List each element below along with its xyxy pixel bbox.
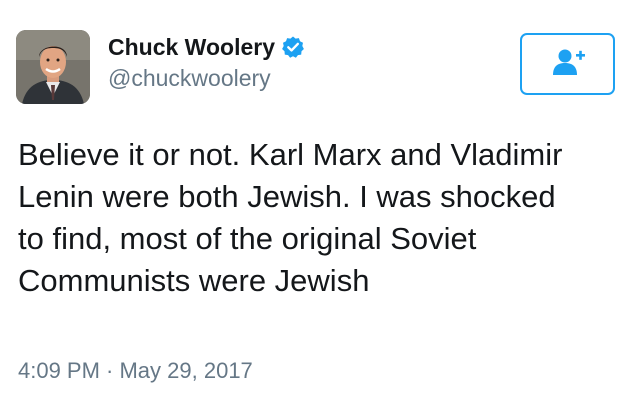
tweet-timestamp[interactable]: 4:09 PM · May 29, 2017 <box>18 357 253 385</box>
display-name[interactable]: Chuck Woolery <box>108 33 275 61</box>
add-user-icon <box>550 47 586 82</box>
avatar[interactable] <box>16 30 90 104</box>
follow-button[interactable] <box>520 33 615 95</box>
tweet-card: Chuck Woolery @chuckwoolery Believe it o… <box>0 0 643 404</box>
avatar-image <box>16 30 90 104</box>
verified-badge-icon <box>281 35 305 59</box>
tweet-text: Believe it or not. Karl Marx and Vladimi… <box>18 137 563 298</box>
user-handle[interactable]: @chuckwoolery <box>108 63 305 93</box>
tweet-header: Chuck Woolery @chuckwoolery <box>16 30 305 104</box>
name-row: Chuck Woolery <box>108 33 305 61</box>
user-info: Chuck Woolery @chuckwoolery <box>108 33 305 93</box>
